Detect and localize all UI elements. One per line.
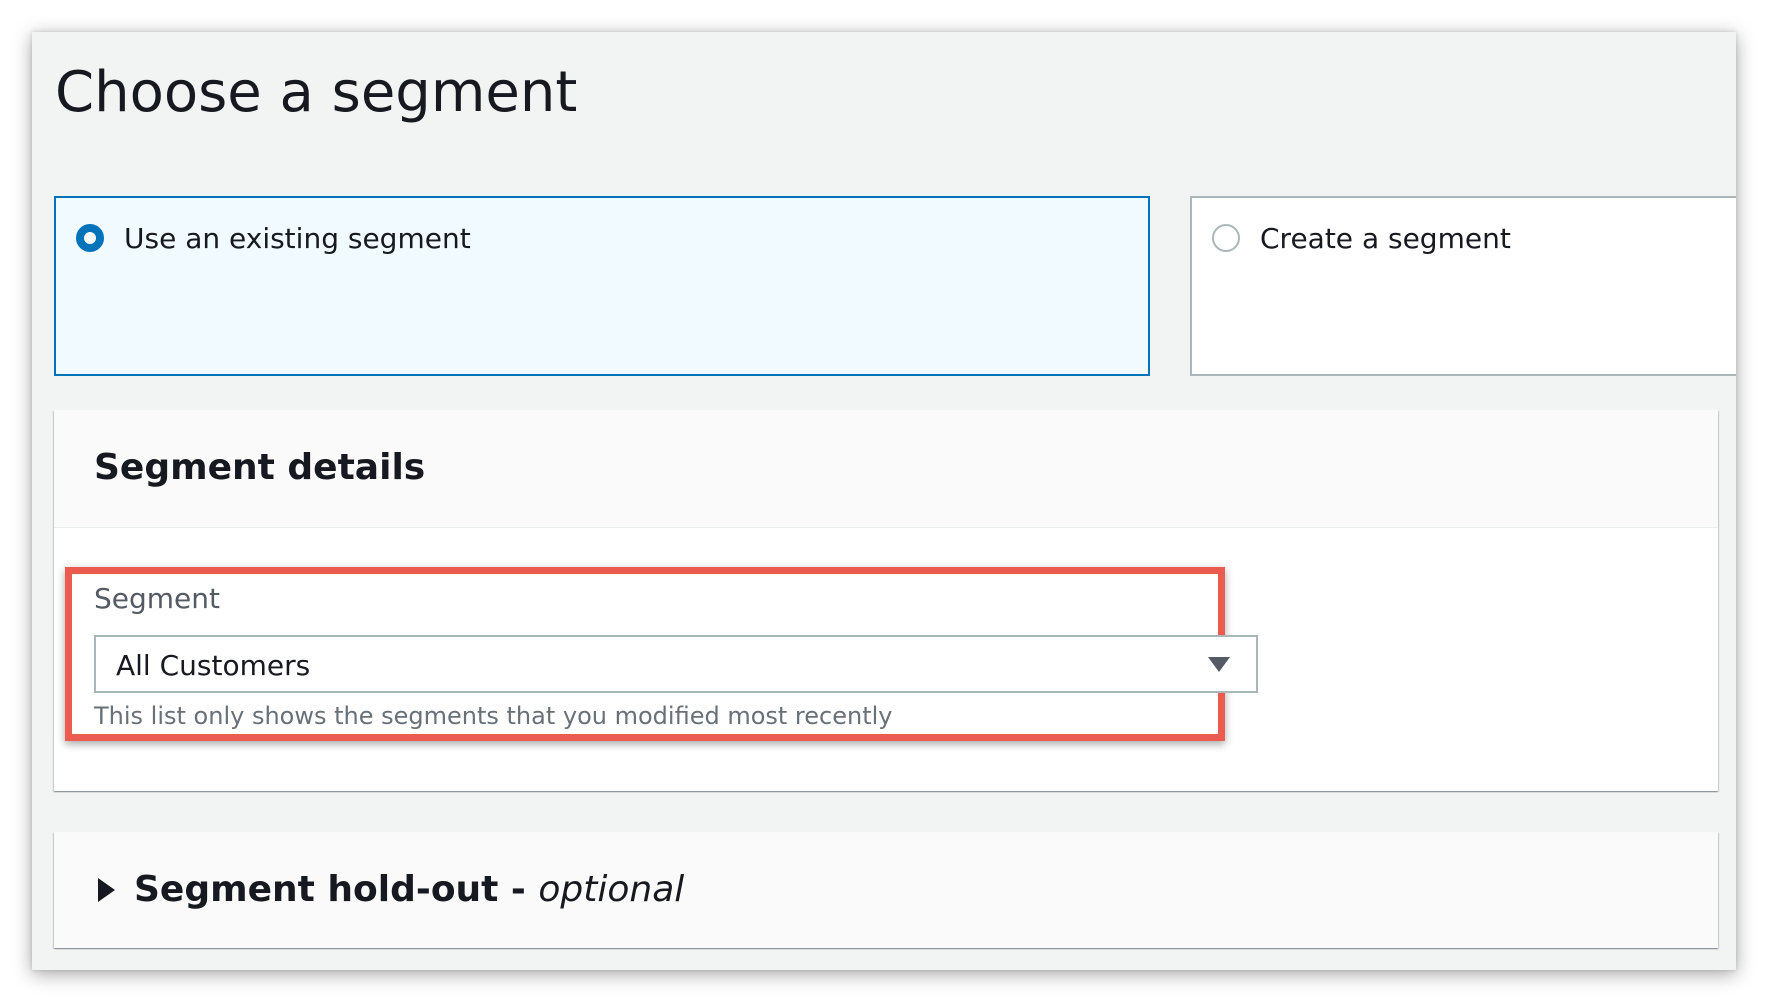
- caret-right-icon[interactable]: [98, 878, 115, 902]
- segment-details-title: Segment details: [94, 447, 426, 488]
- radio-unselected-icon[interactable]: [1212, 224, 1240, 252]
- page-title: Choose a segment: [55, 60, 578, 125]
- segment-holdout-section[interactable]: Segment hold-out - optional: [54, 832, 1718, 948]
- option-label: Create a segment: [1260, 222, 1511, 255]
- caret-down-icon[interactable]: [1208, 657, 1230, 672]
- app-frame: Choose a segment Use an existing segment…: [32, 32, 1736, 970]
- segment-select[interactable]: All Customers: [94, 635, 1258, 693]
- holdout-optional-label: optional: [538, 869, 685, 910]
- option-label: Use an existing segment: [124, 222, 471, 255]
- segment-holdout-title[interactable]: Segment hold-out - optional: [134, 869, 684, 910]
- segment-select-value: All Customers: [116, 649, 311, 682]
- option-create-segment[interactable]: Create a segment: [1190, 196, 1736, 376]
- segment-field-label: Segment: [94, 582, 220, 615]
- radio-selected-icon[interactable]: [76, 224, 104, 252]
- segment-details-header: Segment details: [54, 410, 1718, 528]
- holdout-title-text: Segment hold-out -: [134, 869, 539, 910]
- option-use-existing-segment[interactable]: Use an existing segment: [54, 196, 1150, 376]
- segment-field-hint: This list only shows the segments that y…: [94, 702, 893, 730]
- segment-details-panel: Segment details Segment All Customers Th…: [54, 410, 1718, 791]
